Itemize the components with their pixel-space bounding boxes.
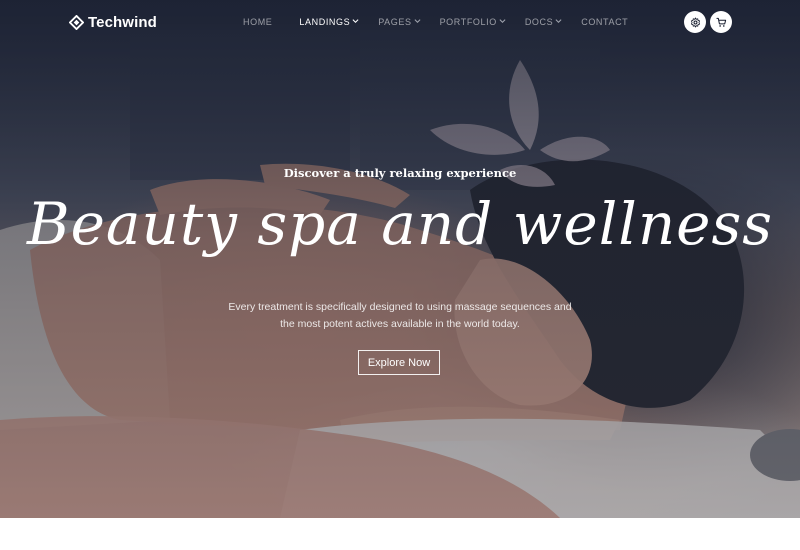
brand-name: Techwind (88, 13, 157, 31)
hero-description-line-1: Every treatment is specifically designed… (228, 301, 572, 313)
nav-item-portfolio-label: PORTFOLIO (439, 17, 497, 27)
nav-item-landings-label: LANDINGS (299, 17, 351, 27)
cart-button[interactable] (710, 11, 732, 33)
nav-item-pages[interactable]: PAGES (378, 17, 421, 27)
nav-item-landings[interactable]: LANDINGS (299, 17, 359, 27)
hero-tagline: Discover a truly relaxing experience (283, 166, 517, 180)
techwind-logo-icon (69, 14, 84, 30)
hero-description: Every treatment is specifically designed… (200, 299, 600, 333)
nav-item-contact[interactable]: CONTACT (581, 17, 628, 27)
main-menu: HOME LANDINGS PAGES PORTFOLIO DOCS CONTA… (243, 15, 628, 29)
top-navigation: Techwind HOME LANDINGS PAGES PORTFOLIO D… (0, 0, 800, 44)
nav-item-portfolio[interactable]: PORTFOLIO (440, 17, 506, 27)
nav-item-contact-label: CONTACT (581, 17, 629, 27)
chevron-down-icon (499, 19, 506, 23)
nav-item-home-label: HOME (243, 17, 273, 27)
shopping-cart-icon (715, 17, 726, 27)
hero-dark-overlay (0, 0, 800, 518)
hero-section: Techwind HOME LANDINGS PAGES PORTFOLIO D… (0, 0, 800, 518)
nav-item-pages-label: PAGES (378, 17, 412, 27)
nav-item-docs-label: DOCS (524, 17, 554, 27)
explore-now-button[interactable]: Explore Now (358, 350, 440, 375)
hero-headline: Beauty spa and wellness (26, 190, 774, 258)
hero-description-line-2: the most potent actives available in the… (280, 318, 520, 330)
nav-item-home[interactable]: HOME (243, 17, 272, 27)
gear-icon (690, 17, 700, 27)
settings-button[interactable] (684, 11, 706, 33)
chevron-down-icon (414, 19, 421, 23)
nav-item-docs[interactable]: DOCS (525, 17, 562, 27)
chevron-down-icon (555, 19, 562, 23)
chevron-down-icon (352, 19, 359, 23)
brand-logo[interactable]: Techwind (69, 11, 157, 33)
